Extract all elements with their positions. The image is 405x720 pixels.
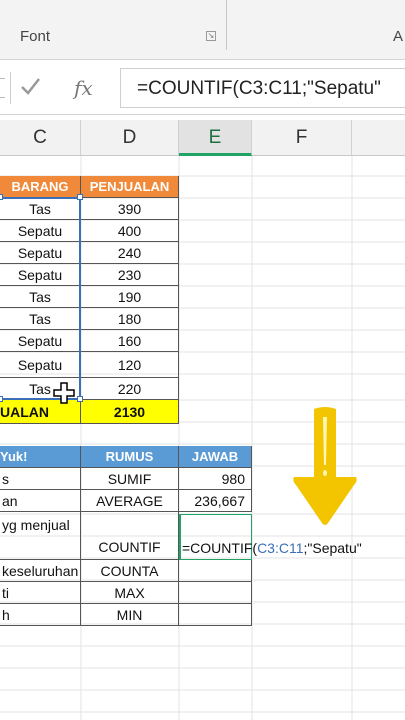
column-header-f[interactable]: F <box>252 120 352 156</box>
rumus-cell[interactable]: COUNTA <box>81 560 179 582</box>
ribbon <box>0 0 405 60</box>
range-handle[interactable] <box>0 194 3 200</box>
column-header-d[interactable]: D <box>81 120 179 156</box>
rumus-cell[interactable]: SUMIF <box>81 468 179 490</box>
total-value[interactable]: 2130 <box>81 400 179 424</box>
cell-penjualan[interactable]: 240 <box>81 242 179 264</box>
task-cell[interactable]: h <box>0 604 81 626</box>
range-handle[interactable] <box>77 194 83 200</box>
formula-input[interactable]: =COUNTIF(C3:C11;"Sepatu" <box>120 68 405 108</box>
column-header-e[interactable]: E <box>179 120 252 156</box>
column-header-c[interactable]: C <box>0 120 81 156</box>
font-group-label: Font <box>20 28 51 45</box>
cell-penjualan[interactable]: 390 <box>81 198 179 220</box>
jawab-cell[interactable] <box>179 560 252 582</box>
jawab-cell[interactable] <box>179 582 252 604</box>
check-icon[interactable] <box>16 74 44 102</box>
jawab-cell[interactable]: 236,667 <box>179 490 252 512</box>
cursor-icon <box>53 382 75 409</box>
rumus-cell[interactable]: COUNTIF <box>81 512 179 560</box>
formula-suffix: ;"Sepatu" <box>303 540 362 556</box>
header-task[interactable]: Yuk! <box>0 446 81 468</box>
namebox-edge <box>0 78 5 98</box>
formula-reference: C3:C11 <box>257 540 304 556</box>
header-penjualan[interactable]: PENJUALAN <box>81 176 179 198</box>
range-handle[interactable] <box>0 396 3 402</box>
reference-range-highlight <box>0 197 81 400</box>
formula-prefix: =COUNTIF( <box>182 540 258 556</box>
editing-cell[interactable]: =COUNTIF(C3:C11;"Sepatu" <box>179 536 405 560</box>
jawab-cell[interactable] <box>179 604 252 626</box>
cell-penjualan[interactable]: 120 <box>81 352 179 378</box>
task-cell[interactable]: yg menjual <box>0 512 81 560</box>
cell-penjualan[interactable]: 220 <box>81 378 179 400</box>
formula-bar-separator <box>10 72 11 104</box>
header-barang[interactable]: BARANG <box>0 176 81 198</box>
task-cell[interactable]: keseluruhan <box>0 560 81 582</box>
rumus-cell[interactable]: MAX <box>81 582 179 604</box>
arrow-down-icon <box>290 405 360 532</box>
cell-penjualan[interactable]: 230 <box>81 264 179 286</box>
task-cell[interactable]: an <box>0 490 81 512</box>
task-cell[interactable]: s <box>0 468 81 490</box>
header-rumus[interactable]: RUMUS <box>81 446 179 468</box>
ribbon-right-label: A <box>393 28 404 45</box>
ribbon-separator <box>226 0 227 50</box>
jawab-cell[interactable]: 980 <box>179 468 252 490</box>
cell-penjualan[interactable]: 400 <box>81 220 179 242</box>
rumus-cell[interactable]: MIN <box>81 604 179 626</box>
range-handle[interactable] <box>77 396 83 402</box>
rumus-cell[interactable]: AVERAGE <box>81 490 179 512</box>
header-jawab[interactable]: JAWAB <box>179 446 252 468</box>
cell-penjualan[interactable]: 190 <box>81 286 179 308</box>
fx-icon[interactable]: fx <box>74 76 93 100</box>
dialog-launcher-icon[interactable]: ↘ <box>206 31 216 41</box>
task-cell[interactable]: ti <box>0 582 81 604</box>
column-header-g[interactable] <box>352 120 405 156</box>
cell-penjualan[interactable]: 180 <box>81 308 179 330</box>
cell-penjualan[interactable]: 160 <box>81 330 179 352</box>
